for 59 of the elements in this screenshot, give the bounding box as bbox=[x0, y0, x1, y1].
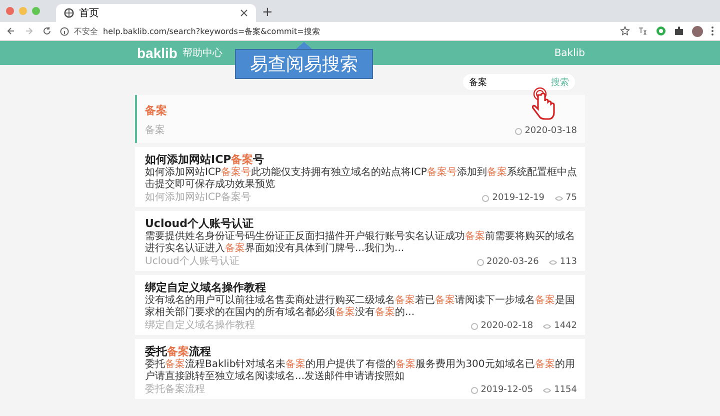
result-title[interactable]: Ucloud个人账号认证 bbox=[145, 216, 577, 231]
tab-title: 首页 bbox=[79, 7, 100, 20]
minimize-window-icon[interactable] bbox=[19, 7, 27, 15]
clock-icon bbox=[470, 322, 478, 330]
result-card[interactable]: 委托备案流程 委托备案流程Baklib针对域名未备案的用户提供了有偿的备案服务费用为300元如域名已备案的用户请直接跳转至独立域名阅读域名...发送邮件申请请按照如 委托备案流程 2019-12-05 1154 bbox=[135, 339, 585, 399]
eye-icon bbox=[543, 386, 552, 394]
security-label: 不安全 bbox=[74, 26, 98, 36]
globe-icon bbox=[64, 8, 74, 18]
result-date: 2020-02-18 bbox=[480, 320, 534, 332]
url-text: help.baklib.com/search?keywords=备案&commit=搜索 bbox=[103, 26, 320, 36]
result-snippet: 需要提供姓名身份证号码生份证正反面扫描件开户银行账号实名认证成功备案前需要将购买的域名进行实名认证进入备案界面如没有具体到门牌号...我们为... bbox=[145, 231, 576, 255]
translate-icon bbox=[638, 26, 648, 36]
clock-icon bbox=[482, 194, 490, 202]
eye-icon bbox=[554, 194, 563, 202]
search-field[interactable]: 备案 搜索 bbox=[463, 74, 575, 90]
result-card[interactable]: 绑定自定义域名操作教程 没有域名的用户可以前往域名售卖商处进行购买二级域名备案若已备案请阅读下一步域名备案是国家相关部门要求的在国内的所有域名都必须备案没有备案的... 绑定自定义域名操作教程 2020-02-18 1442 bbox=[135, 275, 585, 335]
view-count: 1154 bbox=[554, 384, 577, 396]
site-subtitle: 帮助中心 bbox=[182, 46, 222, 60]
view-count: 1442 bbox=[554, 320, 577, 332]
close-icon bbox=[240, 9, 248, 17]
eye-icon bbox=[548, 258, 557, 266]
result-date: 2020-03-26 bbox=[486, 256, 539, 268]
result-snippet: 如何添加网站ICP备案号此功能仅支持拥有独立域名的站点将ICP备案号添加到备案系统配置框中点击提交即可保存成功效果预览 bbox=[145, 167, 577, 191]
extension-icon bbox=[656, 26, 666, 36]
result-date: 2020-03-18 bbox=[524, 125, 577, 137]
hand-cursor-icon bbox=[532, 87, 558, 123]
result-path: Ucloud个人账号认证 bbox=[145, 256, 240, 267]
result-title[interactable]: 如何添加网站ICP备案号 bbox=[145, 152, 577, 167]
maximize-window-icon[interactable] bbox=[32, 7, 40, 15]
result-path: 备案 bbox=[145, 125, 165, 136]
eye-icon bbox=[543, 322, 552, 330]
new-tab-button[interactable]: + bbox=[262, 4, 273, 22]
avatar-icon bbox=[692, 26, 703, 36]
result-path: 绑定自定义域名操作教程 bbox=[145, 320, 255, 331]
result-path: 如何添加网站ICP备案号 bbox=[145, 192, 251, 203]
more-icon bbox=[711, 26, 714, 36]
result-card[interactable]: 如何添加网站ICP备案号 如何添加网站ICP备案号此功能仅支持拥有独立域名的站点将ICP备案号添加到备案系统配置框中点击提交即可保存成功效果预览 如何添加网站ICP备案号 2019-12-19 75 bbox=[135, 147, 585, 207]
result-date: 2019-12-19 bbox=[492, 192, 545, 204]
info-icon bbox=[60, 26, 69, 36]
result-date: 2019-12-05 bbox=[480, 384, 534, 396]
view-count: 75 bbox=[566, 192, 577, 204]
result-path: 委托备案流程 bbox=[145, 384, 205, 395]
view-count: 113 bbox=[560, 256, 577, 268]
clock-icon bbox=[476, 258, 484, 266]
result-snippet: 委托备案流程Baklib针对域名未备案的用户提供了有偿的备案服务费用为300元如域名已备案的用户请直接跳转至独立域名阅读域名...发送邮件申请请按照如 bbox=[145, 359, 576, 383]
close-window-icon[interactable] bbox=[6, 7, 14, 15]
browser-tab[interactable]: 首页 bbox=[56, 4, 256, 22]
callout-pointer bbox=[296, 42, 312, 49]
result-snippet: 没有域名的用户可以前往域名售卖商处进行购买二级域名备案若已备案请阅读下一步域名备案是国家相关部门要求的在国内的所有域名都必须备案没有备案的... bbox=[145, 295, 576, 319]
result-title[interactable]: 委托备案流程 bbox=[145, 344, 577, 359]
forward-icon bbox=[24, 26, 34, 36]
clock-icon bbox=[470, 386, 478, 394]
star-icon bbox=[620, 26, 630, 36]
reload-icon bbox=[42, 26, 52, 36]
result-card[interactable]: Ucloud个人账号认证 需要提供姓名身份证号码生份证正反面扫描件开户银行账号实名认证成功备案前需要将购买的域名进行实名认证进入备案界面如没有具体到门牌号...我们为... Ucloud个人账号认证 2020-03-26 113 bbox=[135, 211, 585, 271]
highlighted-result-card[interactable]: 备案 备案 2020-03-18 bbox=[135, 95, 585, 143]
back-icon bbox=[6, 26, 16, 36]
clock-icon bbox=[514, 128, 522, 134]
result-title[interactable]: 绑定自定义域名操作教程 bbox=[145, 280, 577, 295]
